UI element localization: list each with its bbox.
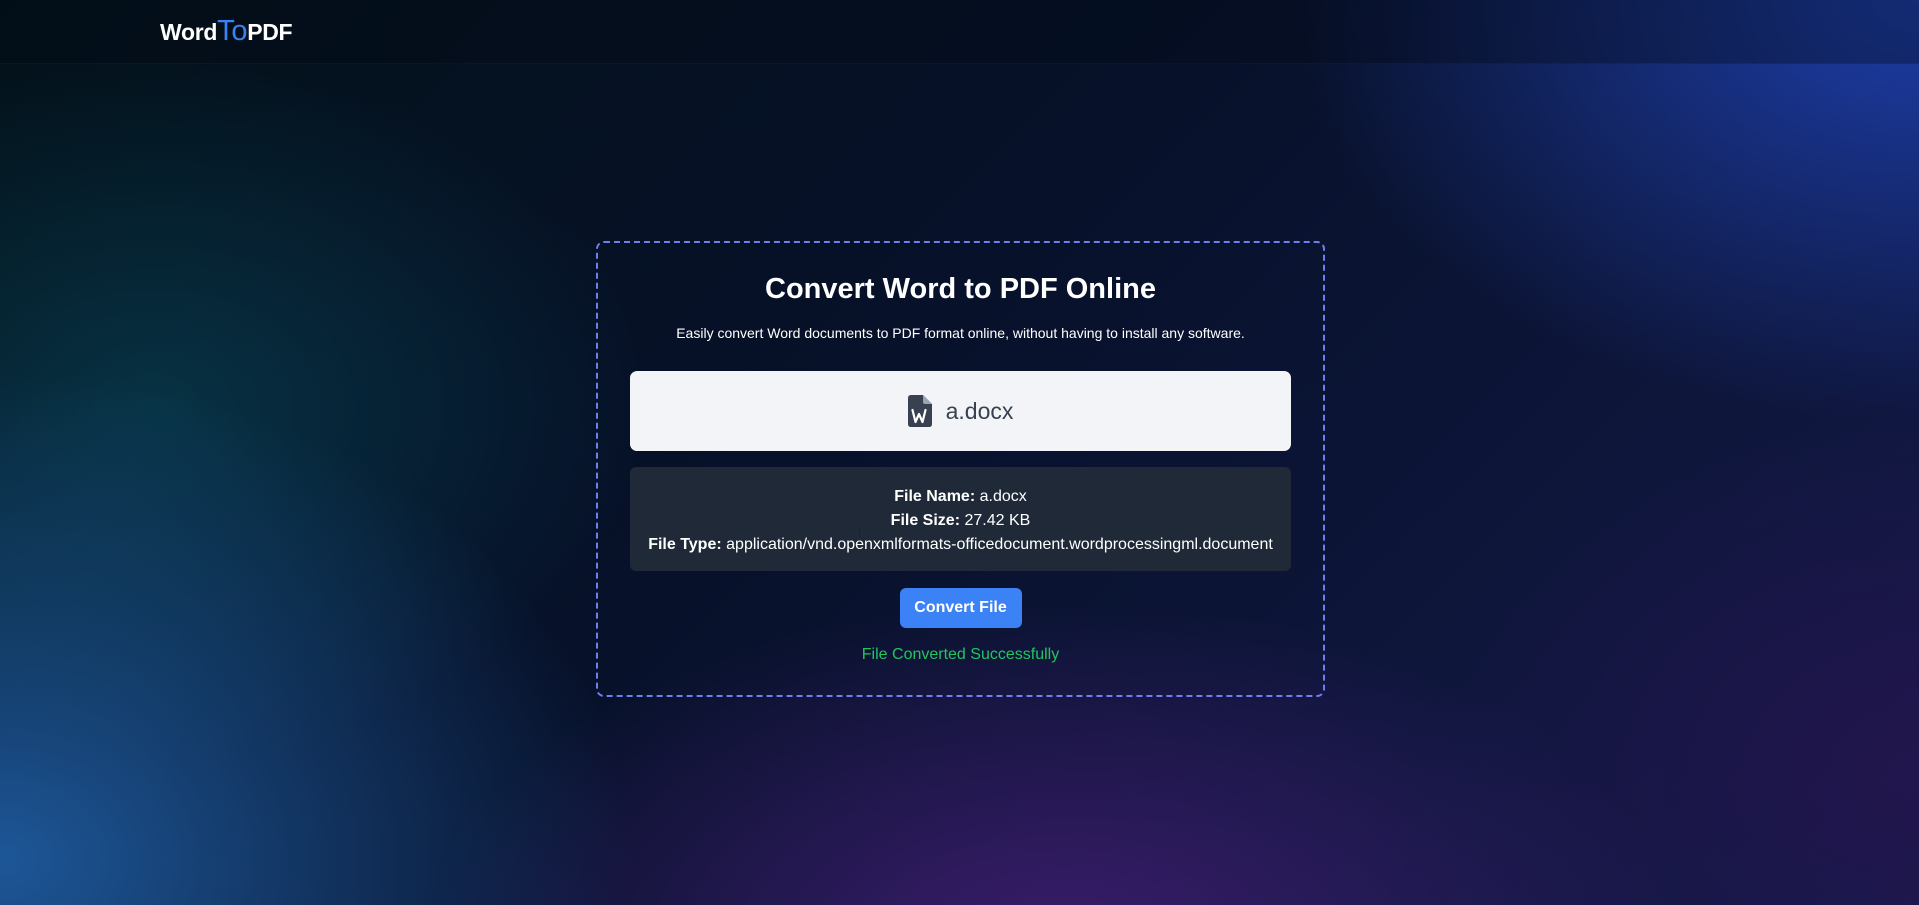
- text-cursor: [859, 526, 860, 538]
- word-file-icon: [907, 395, 932, 427]
- selected-file-name: a.docx: [945, 397, 1014, 424]
- file-info-panel: File Name: a.docx File Size: 27.42 KB Fi…: [630, 467, 1291, 571]
- file-size-value: 27.42 KB: [964, 512, 1031, 529]
- page-title: Convert Word to PDF Online: [765, 273, 1156, 305]
- convert-file-button[interactable]: Convert File: [899, 588, 1022, 628]
- converter-card: Convert Word to PDF Online Easily conver…: [596, 241, 1325, 697]
- file-size-label: File Size:: [890, 512, 961, 529]
- logo-pdf: PDF: [247, 19, 293, 45]
- file-type-row: File Type: application/vnd.openxmlformat…: [630, 533, 1291, 557]
- page-subtitle: Easily convert Word documents to PDF for…: [676, 325, 1245, 341]
- logo-word: Word: [160, 19, 218, 45]
- file-type-label: File Type:: [648, 536, 722, 553]
- logo[interactable]: WordToPDF: [160, 15, 293, 48]
- top-navbar: WordToPDF: [0, 0, 1919, 64]
- file-name-label: File Name:: [894, 488, 976, 505]
- file-size-row: File Size: 27.42 KB: [630, 509, 1291, 533]
- file-name-row: File Name: a.docx: [630, 485, 1291, 509]
- file-type-value: application/vnd.openxmlformats-officedoc…: [726, 536, 1273, 553]
- file-name-value: a.docx: [979, 488, 1027, 505]
- conversion-status: File Converted Successfully: [861, 646, 1060, 663]
- logo-to: To: [217, 15, 248, 47]
- button-row: Convert File: [630, 588, 1291, 628]
- file-upload-area[interactable]: a.docx: [630, 371, 1291, 451]
